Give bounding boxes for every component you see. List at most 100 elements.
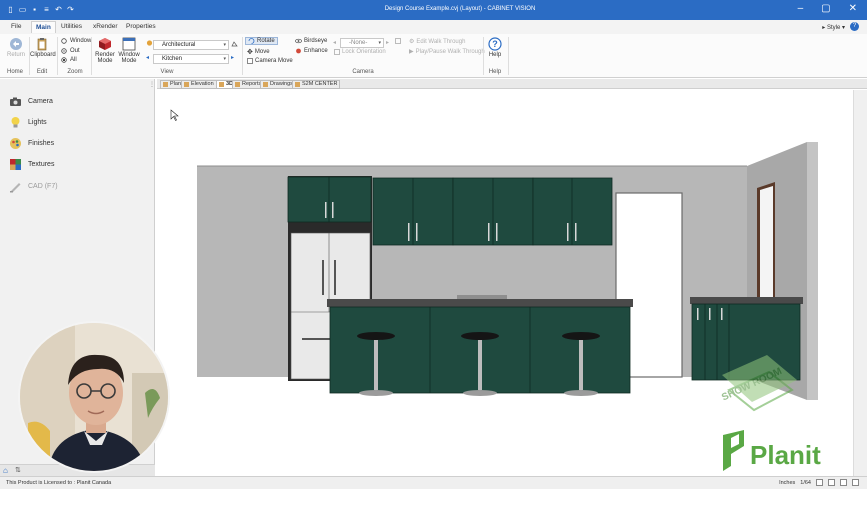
side-wall-edge: [807, 142, 818, 400]
camera-prev-icon-wrap[interactable]: ◂: [333, 39, 336, 46]
sort-icon[interactable]: ⇅: [15, 466, 21, 474]
arrow-right-icon: ▸: [386, 40, 390, 46]
home-icon[interactable]: ⌂: [3, 466, 8, 475]
camera-value: -None-: [349, 40, 368, 46]
left-item-camera[interactable]: Camera: [9, 95, 53, 108]
group-divider: [508, 37, 509, 75]
kitchen-render[interactable]: SHOW ROOM Planit: [157, 90, 853, 476]
redo-icon[interactable]: ↷: [66, 4, 75, 15]
return-button[interactable]: Return: [5, 37, 27, 58]
palette-icon: [146, 40, 153, 46]
window-mode-label: Window Mode: [118, 52, 140, 64]
render-mode-button[interactable]: Render Mode: [94, 37, 116, 64]
group-divider: [242, 37, 243, 75]
tab-main[interactable]: Main: [31, 21, 56, 33]
mouse-cursor-icon: [170, 109, 179, 121]
help-button[interactable]: ? Help: [486, 37, 504, 58]
lock-orientation-label: Lock Orientation: [342, 49, 386, 55]
tab-elevation[interactable]: Elevation: [181, 80, 217, 89]
move-button[interactable]: ✥ Move: [247, 48, 270, 56]
zoom-all-label: All: [70, 57, 77, 63]
panel-grip-icon[interactable]: ⋮: [149, 81, 155, 88]
rotate-button[interactable]: Rotate: [245, 37, 278, 45]
group-edit-label: Edit: [36, 69, 48, 75]
menu-icon[interactable]: ≡: [42, 4, 51, 15]
camera-dropdown[interactable]: -None- ▾: [340, 38, 384, 48]
zoom-window-label: Window: [70, 38, 92, 44]
zoom-all-button[interactable]: All: [61, 57, 77, 63]
save-icon[interactable]: ▪: [30, 4, 39, 15]
camera-edit-icon-wrap[interactable]: [395, 38, 401, 44]
left-item-cad[interactable]: CAD (F7): [9, 180, 58, 193]
vertical-scrollbar[interactable]: [853, 90, 867, 476]
enhance-button[interactable]: Enhance: [295, 48, 328, 54]
birdseye-button[interactable]: Birdseye: [295, 38, 327, 44]
arrow-left-icon: ◂: [333, 40, 337, 46]
zoom-out-button[interactable]: Out: [61, 48, 80, 54]
island-countertop: [327, 299, 633, 307]
clipboard-button[interactable]: Clipboard: [30, 37, 56, 58]
left-item-textures[interactable]: Textures: [9, 158, 54, 171]
left-item-finishes[interactable]: Finishes: [9, 137, 54, 150]
tab-drawings[interactable]: Drawings: [260, 80, 296, 89]
group-view-label: View: [160, 69, 174, 75]
license-text: This Product is Licensed to : Planit Can…: [6, 480, 112, 486]
minimize-icon[interactable]: –: [798, 3, 804, 14]
tab-xrender[interactable]: xRender: [93, 23, 118, 30]
play-walk-button[interactable]: ▶ Play/Pause Walk Through: [409, 48, 485, 56]
left-item-lights[interactable]: Lights: [9, 116, 47, 129]
style-menu[interactable]: ▸ Style ▾: [822, 24, 845, 31]
fridge-handle: [322, 260, 324, 295]
tab-file[interactable]: File: [11, 23, 21, 30]
side-window-glass: [760, 186, 773, 301]
tab-properties[interactable]: Properties: [126, 23, 156, 30]
group-divider: [91, 37, 92, 75]
zoom-window-button[interactable]: Window: [61, 38, 91, 44]
lightbulb-icon: [11, 117, 20, 128]
camera-next-icon-wrap[interactable]: ▸: [386, 39, 389, 46]
camera-move-checkbox[interactable]: Camera Move: [247, 58, 293, 64]
presenter-image: [20, 323, 168, 471]
svg-text:?: ?: [492, 39, 498, 49]
group-camera-label: Camera: [352, 69, 374, 75]
window-controls: – ▢ ✕: [798, 3, 857, 14]
units-label[interactable]: Inches: [779, 480, 795, 486]
textures-icon: [10, 159, 21, 170]
room-next-icon-wrap[interactable]: ▸: [231, 54, 234, 61]
scale-label[interactable]: 1/64: [800, 480, 811, 486]
view-options-icon-wrap[interactable]: [231, 41, 238, 47]
room-prev-icon-wrap[interactable]: ◂: [146, 54, 149, 61]
rotate-label: Rotate: [257, 38, 275, 44]
view-options-icon: [231, 41, 238, 47]
snap-icon[interactable]: [816, 479, 823, 486]
ortho-icon[interactable]: [840, 479, 847, 486]
grid-icon[interactable]: [828, 479, 835, 486]
tab-utilities[interactable]: Utilities: [61, 23, 82, 30]
fullscreen-icon[interactable]: [852, 479, 859, 486]
open-folder-icon[interactable]: ▭: [18, 4, 27, 15]
help-circle-icon: ?: [488, 37, 502, 51]
tab-s2m-center[interactable]: S2M CENTER: [292, 80, 341, 89]
window-mode-button[interactable]: Window Mode: [117, 37, 141, 64]
view-type-dropdown[interactable]: Architectural ▾: [153, 40, 229, 50]
left-item-label: Textures: [28, 161, 55, 168]
chevron-down-icon: ▾: [223, 42, 226, 48]
document-tabs: Plan Elevation 3D Reports Drawings S2M C…: [157, 79, 867, 89]
checkbox-icon: [334, 49, 340, 55]
style-menu-label: Style: [826, 25, 841, 31]
return-icon: [10, 38, 22, 50]
arrow-right-icon: ▸: [231, 55, 235, 61]
cad-icon: [10, 183, 21, 193]
help-question-icon[interactable]: ?: [850, 22, 859, 31]
lock-orientation-button[interactable]: Lock Orientation: [334, 49, 386, 55]
undo-icon[interactable]: ↶: [54, 4, 63, 15]
new-file-icon[interactable]: ▯: [6, 4, 15, 15]
3d-viewport[interactable]: SHOW ROOM Planit: [157, 90, 853, 476]
maximize-icon[interactable]: ▢: [821, 3, 830, 14]
move-label: Move: [254, 49, 270, 55]
zoom-all-icon: [61, 57, 67, 63]
edit-walk-button[interactable]: ⚙ Edit Walk Through: [409, 38, 465, 46]
close-icon[interactable]: ✕: [849, 3, 857, 14]
planit-logo: Planit: [723, 430, 821, 471]
room-dropdown[interactable]: Kitchen ▾: [153, 54, 229, 64]
